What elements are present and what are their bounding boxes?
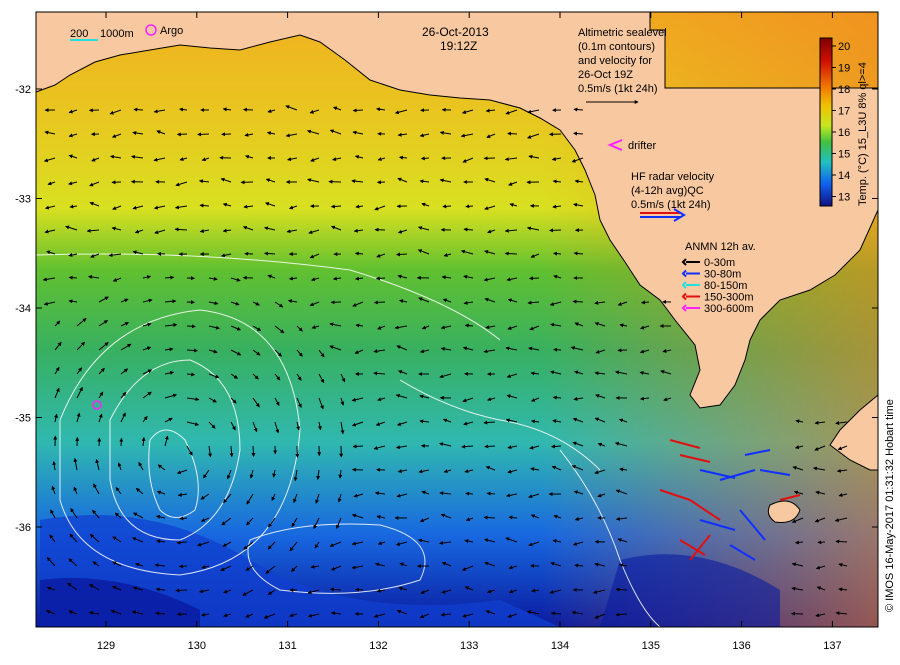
y-tick-label: -32: [15, 84, 31, 96]
x-tick-label: 133: [460, 640, 478, 652]
velocity-arrow: [180, 518, 187, 519]
x-tick-label: 134: [551, 640, 569, 652]
velocity-arrow: [187, 350, 197, 351]
velocity-arrow: [134, 109, 143, 110]
velocity-arrow: [353, 110, 363, 111]
date-label: 26-Oct-2013: [422, 25, 489, 39]
scale-1000-label: 1000m: [100, 28, 134, 40]
velocity-arrow: [466, 206, 473, 207]
velocity-arrow: [332, 206, 342, 207]
velocity-arrow: [377, 278, 386, 279]
x-tick-label: 135: [642, 640, 660, 652]
velocity-arrow: [484, 517, 495, 518]
colorbar-tick-label: 19: [838, 63, 850, 75]
colorbar-tick-label: 15: [838, 149, 850, 161]
velocity-arrow: [356, 590, 363, 591]
y-tick-label: -36: [15, 522, 31, 534]
velocity-arrow: [550, 230, 561, 231]
velocity-arrow: [465, 325, 473, 326]
velocity-arrow: [265, 253, 275, 254]
altimetry-line-3: and velocity for: [578, 55, 652, 67]
colorbar-tick-label: 20: [838, 41, 850, 53]
anmn-legend-label: 0-30m: [704, 257, 735, 269]
x-tick-label: 136: [732, 640, 750, 652]
hf-line-1: HF radar velocity: [631, 171, 715, 183]
velocity-arrow: [642, 302, 649, 303]
velocity-arrow: [574, 109, 583, 110]
time-label: 19:12Z: [440, 39, 477, 53]
colorbar-tick-label: 13: [838, 192, 850, 204]
velocity-arrow: [200, 205, 209, 206]
x-tick-label: 129: [97, 640, 115, 652]
velocity-arrow: [552, 446, 561, 447]
x-tick-label: 132: [369, 640, 387, 652]
velocity-arrow: [397, 254, 407, 255]
colorbar-title: Temp. (°C) 15_L3U 8% ql>=4: [857, 62, 869, 206]
velocity-arrow: [554, 253, 561, 254]
velocity-arrow: [187, 326, 195, 327]
anmn-legend-label: 80-150m: [704, 280, 747, 292]
velocity-arrow: [121, 438, 122, 446]
velocity-arrow: [487, 493, 495, 494]
velocity-arrow: [553, 397, 561, 398]
ocean-temperature-map: 200 1000m Argo 26-Oct-2013 19:12Z Altime…: [0, 0, 900, 660]
velocity-arrow: [180, 566, 188, 567]
velocity-arrow: [353, 446, 363, 447]
altimetry-line-5: 0.5m/s (1kt 24h): [578, 83, 657, 95]
velocity-arrow: [178, 134, 188, 135]
y-tick-label: -35: [15, 413, 31, 425]
y-tick-label: -34: [15, 303, 31, 315]
velocity-arrow: [574, 133, 583, 134]
altimetry-line-2: (0.1m contours): [578, 41, 655, 53]
x-tick-label: 130: [188, 640, 206, 652]
scale-200-label: 200: [70, 28, 88, 40]
colorbar-scale: [820, 38, 832, 206]
colorbar-tick-label: 14: [838, 170, 850, 182]
velocity-arrow: [422, 158, 430, 159]
hf-line-3: 0.5m/s (1kt 24h): [631, 199, 710, 211]
velocity-arrow: [818, 542, 825, 543]
anmn-title: ANMN 12h av.: [685, 241, 756, 253]
colorbar-tick-label: 18: [838, 84, 850, 96]
anmn-legend-label: 300-600m: [704, 303, 754, 315]
altimetry-line-1: Altimetric sealevel: [578, 27, 667, 39]
velocity-arrow: [198, 134, 209, 135]
velocity-arrow: [836, 541, 847, 542]
velocity-arrow: [187, 374, 195, 375]
velocity-arrow: [244, 110, 253, 111]
anmn-legend-label: 150-300m: [704, 292, 754, 304]
velocity-arrow: [176, 590, 187, 591]
velocity-arrow: [530, 278, 539, 279]
velocity-arrow: [508, 133, 517, 134]
velocity-arrow: [253, 446, 254, 456]
velocity-arrow: [165, 277, 174, 278]
velocity-arrow: [554, 350, 561, 351]
velocity-arrow: [69, 277, 77, 278]
colorbar-tick-label: 16: [838, 127, 850, 139]
map-plot-area: [36, 12, 878, 627]
drifter-label: drifter: [628, 140, 656, 152]
colorbar-tick-label: 17: [838, 106, 850, 118]
altimetry-line-4: 26-Oct 19Z: [578, 69, 633, 81]
velocity-arrow: [505, 253, 517, 254]
velocity-arrow: [375, 302, 386, 303]
y-tick-label: -33: [15, 194, 31, 206]
hf-line-2: (4-12h avg)QC: [631, 185, 704, 197]
velocity-arrow: [573, 301, 583, 302]
velocity-arrow: [400, 157, 407, 158]
x-tick-label: 131: [278, 640, 296, 652]
velocity-arrow: [356, 253, 364, 254]
velocity-arrow: [466, 493, 473, 494]
velocity-arrow: [485, 446, 495, 447]
x-tick-label: 137: [823, 640, 841, 652]
credit-text: © IMOS 16-May-2017 01:31:32 Hobart time: [884, 399, 896, 612]
argo-label: Argo: [160, 25, 183, 37]
anmn-legend-label: 30-80m: [704, 269, 741, 281]
velocity-arrow: [443, 206, 451, 207]
